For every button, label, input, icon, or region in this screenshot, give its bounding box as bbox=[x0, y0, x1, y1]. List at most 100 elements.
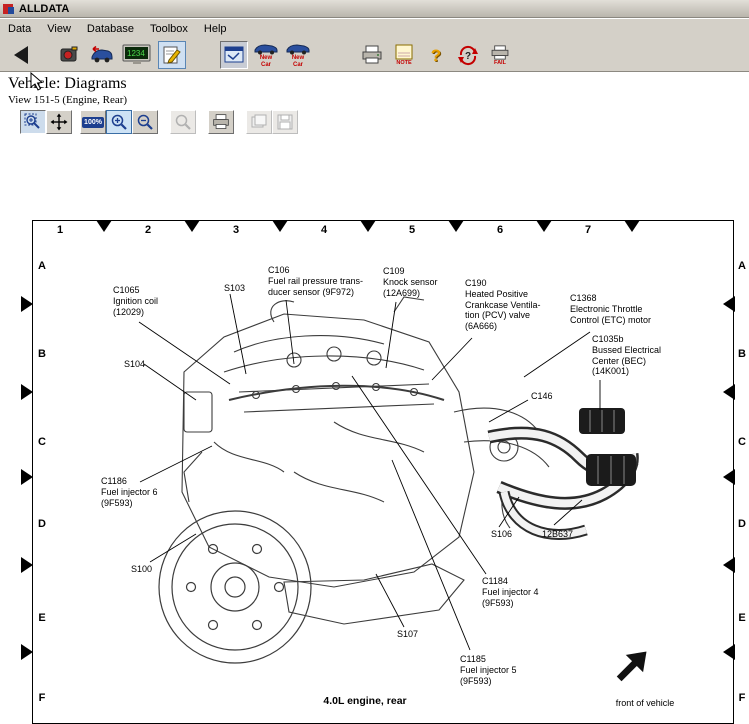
mouse-cursor bbox=[30, 72, 44, 92]
grid-col-6: 6 bbox=[493, 224, 507, 236]
grid-marker-top bbox=[184, 220, 200, 232]
help-question-glyph: ? bbox=[431, 47, 441, 64]
window-title: ALLDATA bbox=[19, 3, 69, 15]
callout-s103: S103 bbox=[224, 283, 245, 294]
grid-row-f-left: F bbox=[36, 692, 48, 704]
grid-row-e-left: E bbox=[36, 612, 48, 624]
zoom-in-icon bbox=[110, 113, 128, 131]
vehicle-select-icon[interactable] bbox=[88, 41, 116, 69]
repair-assist-glyph: ? bbox=[456, 43, 480, 67]
grid-row-c-left: C bbox=[36, 436, 48, 448]
edit-notes-icon[interactable] bbox=[158, 41, 186, 69]
edit-notes-glyph bbox=[161, 44, 183, 66]
callout-s107: S107 bbox=[397, 629, 418, 640]
callout-12b637: 12B637 bbox=[542, 529, 573, 540]
callout-c1184: C1184 Fuel injector 4 (9F593) bbox=[482, 576, 539, 608]
menu-view[interactable]: View bbox=[39, 20, 79, 38]
callout-c1368: C1368 Electronic Throttle Control (ETC) … bbox=[570, 293, 651, 325]
menu-data[interactable]: Data bbox=[0, 20, 39, 38]
new-car-prev-glyph bbox=[253, 42, 279, 55]
zoom-window-button[interactable] bbox=[20, 110, 46, 134]
grid-marker-top bbox=[96, 220, 112, 232]
grid-marker-right bbox=[723, 557, 735, 573]
callout-c146: C146 bbox=[531, 391, 553, 402]
grid-marker-left bbox=[21, 644, 33, 660]
grid-col-2: 2 bbox=[141, 224, 155, 236]
callout-c1185: C1185 Fuel injector 5 (9F593) bbox=[460, 654, 517, 686]
grid-row-e-right: E bbox=[736, 612, 748, 624]
grid-marker-right bbox=[723, 296, 735, 312]
grid-col-5: 5 bbox=[405, 224, 419, 236]
diagrams-book-glyph bbox=[223, 44, 245, 66]
print-diagram-icon bbox=[212, 113, 230, 131]
menu-help[interactable]: Help bbox=[196, 20, 235, 38]
page-title: Vehicle: Diagrams bbox=[8, 75, 127, 93]
zoom-window-icon bbox=[24, 113, 42, 131]
front-of-vehicle-label: front of vehicle bbox=[598, 698, 692, 708]
grid-col-1: 1 bbox=[53, 224, 67, 236]
callout-c1186: C1186 Fuel injector 6 (9F593) bbox=[101, 476, 158, 508]
note-icon[interactable]: NOTE bbox=[390, 41, 418, 69]
grid-marker-top bbox=[536, 220, 552, 232]
fail-label: FAIL bbox=[494, 60, 506, 66]
screen-text: 1234 bbox=[127, 49, 145, 58]
new-car-glyph bbox=[285, 42, 311, 55]
grid-row-a-right: A bbox=[736, 260, 748, 272]
callout-c1065: C1065 Ignition coil (12029) bbox=[113, 285, 158, 317]
grid-marker-right bbox=[723, 644, 735, 660]
grid-col-3: 3 bbox=[229, 224, 243, 236]
print-diagram-button[interactable] bbox=[208, 110, 234, 134]
zoom-in-button[interactable] bbox=[106, 110, 132, 134]
pan-icon bbox=[50, 113, 68, 131]
save-image-button[interactable] bbox=[272, 110, 298, 134]
svg-text:?: ? bbox=[465, 51, 471, 62]
new-car-icon[interactable]: New Car bbox=[284, 41, 312, 69]
print-icon[interactable] bbox=[358, 41, 386, 69]
grid-row-d-right: D bbox=[736, 518, 748, 530]
save-image-icon bbox=[276, 113, 294, 131]
grid-row-a-left: A bbox=[36, 260, 48, 272]
zoom-100-label: 100% bbox=[82, 117, 104, 128]
callout-c106: C106 Fuel rail pressure trans- ducer sen… bbox=[268, 265, 363, 297]
diagram-viewport[interactable]: 1 2 3 4 5 6 7 A B C D E F A B C D E F bbox=[0, 143, 749, 661]
note-label: NOTE bbox=[396, 60, 411, 66]
grid-marker-top bbox=[448, 220, 464, 232]
zoom-fit-button[interactable] bbox=[170, 110, 196, 134]
grid-row-f-right: F bbox=[736, 692, 748, 704]
repair-assist-icon[interactable]: ? bbox=[454, 41, 482, 69]
callout-s106: S106 bbox=[491, 529, 512, 540]
diagram-toolbar: 100% bbox=[20, 110, 298, 134]
estimate-screen-icon[interactable]: 1234 bbox=[120, 41, 154, 69]
callout-s100: S100 bbox=[131, 564, 152, 575]
zoom-100-button[interactable]: 100% bbox=[80, 110, 106, 134]
new-car-label: New Car bbox=[292, 55, 304, 68]
grid-marker-left bbox=[21, 557, 33, 573]
zoom-fit-icon bbox=[174, 113, 192, 131]
callout-c109: C109 Knock sensor (12A699) bbox=[383, 266, 438, 298]
shop-data-icon[interactable] bbox=[56, 41, 84, 69]
grid-marker-left bbox=[21, 296, 33, 312]
fail-print-icon[interactable]: FAIL bbox=[486, 41, 514, 69]
note-glyph bbox=[394, 44, 414, 60]
shop-data-glyph bbox=[59, 44, 81, 66]
help-icon[interactable]: ? bbox=[422, 41, 450, 69]
vehicle-select-glyph bbox=[90, 44, 114, 66]
print-glyph bbox=[361, 44, 383, 66]
zoom-out-button[interactable] bbox=[132, 110, 158, 134]
back-button[interactable] bbox=[14, 46, 28, 64]
grid-marker-left bbox=[21, 384, 33, 400]
zoom-out-icon bbox=[136, 113, 154, 131]
grid-col-4: 4 bbox=[317, 224, 331, 236]
copy-image-button[interactable] bbox=[246, 110, 272, 134]
diagram-caption: 4.0L engine, rear bbox=[275, 695, 455, 707]
pan-button[interactable] bbox=[46, 110, 72, 134]
menu-database[interactable]: Database bbox=[79, 20, 142, 38]
menu-toolbox[interactable]: Toolbox bbox=[142, 20, 196, 38]
new-car-prev-icon[interactable]: New Car bbox=[252, 41, 280, 69]
callout-s104: S104 bbox=[124, 359, 145, 370]
estimate-screen-glyph: 1234 bbox=[122, 43, 152, 67]
window-titlebar[interactable]: ALLDATA bbox=[0, 0, 749, 18]
page-subtitle: View 151-5 (Engine, Rear) bbox=[8, 94, 127, 106]
new-car-prev-label: New Car bbox=[260, 55, 272, 68]
diagrams-book-icon[interactable] bbox=[220, 41, 248, 69]
